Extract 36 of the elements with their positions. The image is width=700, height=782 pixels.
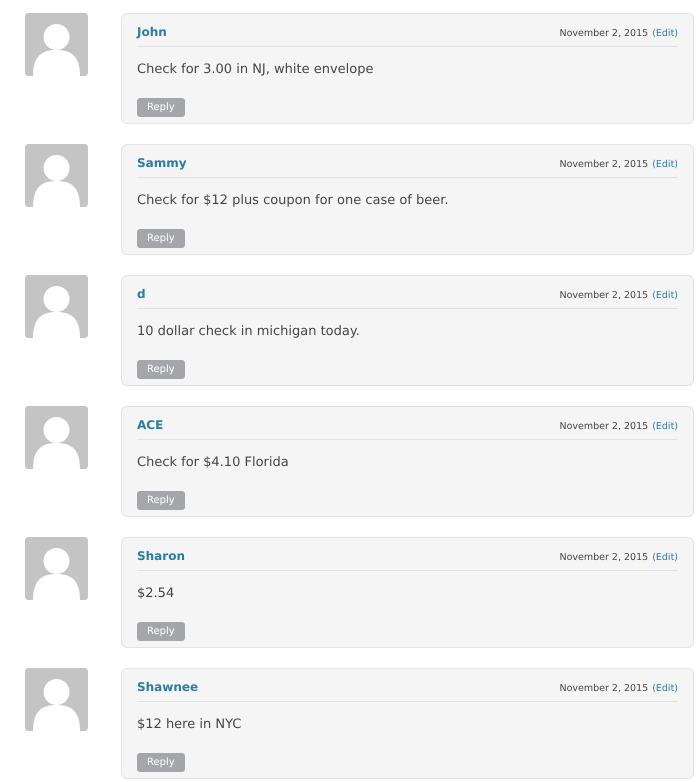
comment-text: Check for $12 plus coupon for one case of beer. — [137, 192, 450, 210]
reply-button[interactable]: Reply — [137, 622, 185, 641]
author-name: John — [137, 24, 167, 41]
comment-text: $2.54 — [137, 585, 176, 604]
author-name: Sammy — [137, 155, 187, 172]
edit-link[interactable]: (Edit) — [652, 420, 678, 434]
comment-date: November 2, 2015 — [559, 420, 648, 434]
comment-date: November 2, 2015 — [559, 682, 648, 696]
edit-link[interactable]: (Edit) — [652, 158, 678, 172]
reply-button[interactable]: Reply — [137, 490, 185, 510]
comment-date: November 2, 2015 — [559, 27, 648, 41]
avatar-icon — [25, 144, 88, 207]
author-name: Sharon — [137, 548, 185, 565]
edit-link[interactable]: (Edit) — [652, 289, 678, 304]
avatar-icon — [25, 275, 88, 338]
avatar-icon — [25, 406, 88, 469]
edit-link[interactable]: (Edit) — [652, 27, 678, 42]
author-name: d — [137, 286, 146, 303]
comment-text: $12 here in NYC — [137, 716, 242, 734]
author-name: ACE — [137, 417, 164, 434]
avatar-icon — [25, 668, 88, 731]
author-name: Shawnee — [137, 679, 198, 696]
comment-text: Check for $4.10 Florida — [137, 454, 290, 472]
reply-button[interactable]: Reply — [137, 752, 185, 772]
avatar-icon — [25, 13, 88, 76]
avatar-icon — [25, 537, 88, 600]
comment-text: Check for 3.00 in NJ, white envelope — [137, 61, 374, 80]
edit-link[interactable]: (Edit) — [652, 682, 678, 696]
reply-button[interactable]: Reply — [137, 98, 185, 117]
reply-button[interactable]: Reply — [137, 228, 185, 248]
comment-text: 10 dollar check in michigan today. — [137, 323, 361, 342]
comment-date: November 2, 2015 — [559, 289, 648, 303]
comment-date: November 2, 2015 — [559, 551, 648, 565]
reply-button[interactable]: Reply — [137, 360, 185, 379]
edit-link[interactable]: (Edit) — [652, 551, 678, 566]
comment-date: November 2, 2015 — [559, 158, 648, 172]
